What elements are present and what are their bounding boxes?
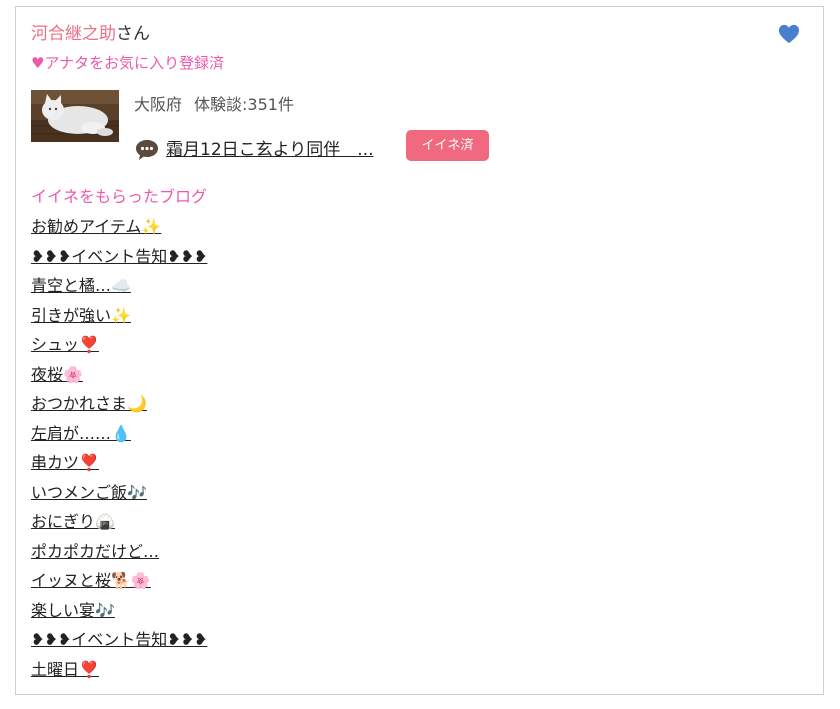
blog-link[interactable]: 左肩が……💧 (31, 424, 131, 443)
list-item: シュッ❣️ (31, 332, 207, 362)
favorite-status-text: ♥アナタをお気に入り登録済 (31, 54, 225, 72)
blog-link[interactable]: 引きが強い✨ (31, 306, 131, 325)
list-item: 土曜日❣️ (31, 657, 207, 687)
experience-count: 体験談:351件 (194, 95, 294, 114)
blog-link[interactable]: ❥❥❥イベント告知❥❥❥ (31, 247, 207, 266)
liked-blog-list: お勧めアイテム✨ ❥❥❥イベント告知❥❥❥ 青空と橘…☁️ 引きが強い✨ シュッ… (31, 214, 207, 686)
list-item: 串カツ❣️ (31, 450, 207, 480)
list-item: ❥❥❥イベント告知❥❥❥ (31, 244, 207, 274)
blog-link[interactable]: おにぎり🍙 (31, 512, 115, 531)
profile-thumbnail[interactable] (31, 90, 119, 142)
speech-bubble-icon (136, 140, 158, 160)
blog-link[interactable]: シュッ❣️ (31, 335, 99, 354)
user-name-suffix: さん (116, 24, 150, 44)
list-item: 楽しい宴🎶 (31, 598, 207, 628)
blog-link[interactable]: いつメンご飯🎶 (31, 483, 147, 502)
list-item: 夜桜🌸 (31, 362, 207, 392)
list-item: おにぎり🍙 (31, 509, 207, 539)
region-label: 大阪府 (134, 95, 183, 114)
cat-photo-image (31, 90, 119, 142)
blog-link[interactable]: ❥❥❥イベント告知❥❥❥ (31, 630, 207, 649)
list-item: 青空と橘…☁️ (31, 273, 207, 303)
user-name-link[interactable]: 河合継之助 (31, 24, 116, 44)
list-item: ❥❥❥イベント告知❥❥❥ (31, 627, 207, 657)
blog-link[interactable]: 青空と橘…☁️ (31, 276, 131, 295)
blog-link[interactable]: 夜桜🌸 (31, 365, 83, 384)
list-item: 左肩が……💧 (31, 421, 207, 451)
blog-link[interactable]: 串カツ❣️ (31, 453, 99, 472)
list-item: おつかれさま🌙 (31, 391, 207, 421)
blog-link[interactable]: イッヌと桜🐕🌸 (31, 571, 151, 590)
blog-link[interactable]: お勧めアイテム✨ (31, 217, 161, 236)
list-item: ポカポカだけど… (31, 539, 207, 569)
user-line: 河合継之助さん (31, 22, 150, 46)
review-title-link[interactable]: 霜月12日こ玄より同伴 ... (166, 137, 374, 163)
blog-link[interactable]: おつかれさま🌙 (31, 394, 147, 413)
like-done-button[interactable]: イイネ済 (406, 130, 489, 161)
liked-blogs-heading: イイネをもらったブログ (31, 187, 208, 206)
list-item: イッヌと桜🐕🌸 (31, 568, 207, 598)
list-item: 引きが強い✨ (31, 303, 207, 333)
blog-link[interactable]: ポカポカだけど… (31, 542, 159, 561)
blue-heart-icon[interactable] (778, 23, 800, 45)
list-item: お勧めアイテム✨ (31, 214, 207, 244)
profile-meta: 大阪府 体験談:351件 (134, 93, 294, 117)
list-item: いつメンご飯🎶 (31, 480, 207, 510)
blog-link[interactable]: 土曜日❣️ (31, 660, 99, 679)
blog-link[interactable]: 楽しい宴🎶 (31, 601, 115, 620)
